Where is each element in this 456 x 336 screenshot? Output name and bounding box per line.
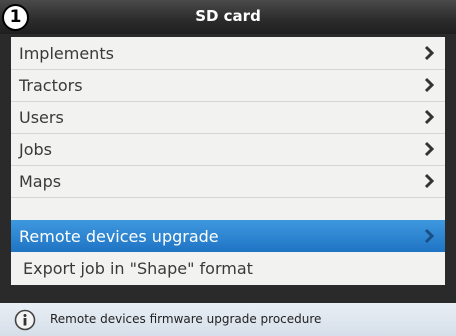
title-bar: 1 SD card: [0, 0, 456, 34]
menu-item-tractors[interactable]: Tractors: [11, 69, 445, 102]
chevron-right-icon: [424, 173, 435, 189]
chevron-right-icon: [424, 141, 435, 157]
menu-item-label: Export job in "Shape" format: [23, 259, 253, 278]
menu-item-label: Remote devices upgrade: [19, 227, 219, 246]
menu-item-remote-devices-upgrade[interactable]: Remote devices upgrade: [11, 220, 445, 252]
menu-panel: Implements Tractors Users Jobs Maps Remo…: [11, 37, 445, 285]
menu-item-label: Maps: [19, 172, 62, 191]
page-title: SD card: [195, 7, 261, 25]
info-icon: [14, 309, 36, 331]
menu-item-label: Users: [19, 108, 64, 127]
chevron-right-icon: [424, 228, 435, 244]
chevron-right-icon: [424, 77, 435, 93]
menu-item-label: Jobs: [19, 140, 52, 159]
menu-item-maps[interactable]: Maps: [11, 165, 445, 198]
chevron-right-icon: [424, 109, 435, 125]
menu-item-export-shape[interactable]: Export job in "Shape" format: [11, 252, 445, 284]
menu-item-label: Implements: [19, 44, 114, 63]
menu-item-label: Tractors: [19, 76, 83, 95]
chevron-right-icon: [424, 45, 435, 61]
menu-item-users[interactable]: Users: [11, 101, 445, 134]
menu-item-jobs[interactable]: Jobs: [11, 133, 445, 166]
info-text: Remote devices firmware upgrade procedur…: [50, 312, 322, 326]
info-bar: Remote devices firmware upgrade procedur…: [0, 303, 456, 336]
footer-divider: [0, 289, 456, 303]
menu-item-implements[interactable]: Implements: [11, 37, 445, 70]
